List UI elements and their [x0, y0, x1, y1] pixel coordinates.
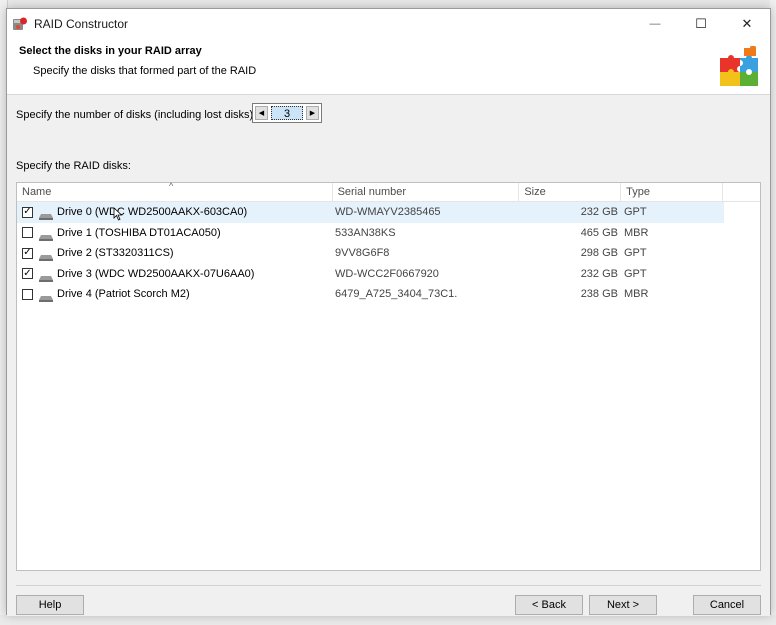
drive-name: Drive 3 (WDC WD2500AAKX-07U6AA0) [57, 267, 255, 280]
disk-count-label: Specify the number of disks (including l… [16, 109, 257, 121]
wizard-body: Specify the number of disks (including l… [7, 95, 770, 616]
drive-serial: WD-WCC2F0667920 [335, 267, 439, 280]
sort-ascending-icon: ^ [169, 181, 174, 191]
raid-disk-list[interactable]: Name ^ Serial number Size Type ✓ Drive 0… [16, 181, 761, 571]
decrement-button[interactable]: ◀ [255, 106, 268, 120]
drive-serial: WD-WMAYV2385465 [335, 206, 441, 219]
drive-icon [39, 229, 53, 241]
footer-divider [16, 585, 761, 586]
drive-name: Drive 1 (TOSHIBA DT01ACA050) [57, 226, 221, 239]
app-icon [12, 16, 28, 32]
row-checkbox[interactable]: ✓ [22, 247, 33, 259]
page-title: Select the disks in your RAID array [19, 45, 202, 57]
drive-name: Drive 2 (ST3320311CS) [57, 247, 174, 260]
column-header-name[interactable]: Name ^ [17, 181, 333, 202]
window-title: RAID Constructor [34, 17, 129, 31]
drive-size: 232 GB [580, 267, 618, 280]
row-checkbox[interactable]: ✓ [22, 268, 33, 280]
maximize-icon: ☐ [695, 16, 707, 31]
drive-type: GPT [624, 247, 647, 260]
title-bar[interactable]: RAID Constructor — ☐ ✕ [7, 9, 770, 39]
raid-disks-label: Specify the RAID disks: [16, 160, 131, 172]
drive-icon [39, 249, 53, 262]
maximize-button[interactable]: ☐ [678, 9, 724, 39]
help-button[interactable]: Help [16, 595, 84, 615]
drive-icon [39, 270, 53, 282]
column-header-filler [723, 183, 760, 202]
list-header: Name ^ Serial number Size Type [17, 181, 760, 202]
drive-type: GPT [624, 206, 647, 219]
drive-serial: 533AN38KS [335, 226, 396, 239]
table-row[interactable]: Drive 1 (TOSHIBA DT01ACA050) 533AN38KS 4… [17, 223, 724, 244]
disk-count-stepper[interactable]: ◀ 3 ▶ [252, 103, 322, 123]
puzzle-icon [718, 45, 760, 88]
background-window-edge-bottom [0, 615, 776, 625]
disk-count-value[interactable]: 3 [271, 106, 303, 120]
row-checkbox[interactable]: ✓ [22, 206, 33, 218]
mouse-cursor-icon [113, 207, 123, 221]
back-button[interactable]: < Back [515, 595, 583, 615]
next-button[interactable]: Next > [589, 595, 657, 615]
drive-name: Drive 0 (WDC WD2500AAKX-603CA0) [57, 206, 248, 219]
cancel-button[interactable]: Cancel [693, 595, 761, 615]
drive-type: GPT [624, 267, 647, 280]
row-checkbox[interactable] [22, 227, 33, 239]
drive-icon [39, 290, 53, 303]
column-header-size[interactable]: Size [519, 183, 622, 202]
table-row[interactable]: ✓ Drive 3 (WDC WD2500AAKX-07U6AA0) WD-WC… [17, 264, 724, 285]
increment-button[interactable]: ▶ [306, 106, 319, 120]
right-arrow-icon: ▶ [309, 110, 316, 117]
drive-type: MBR [624, 226, 649, 239]
drive-serial: 6479_A725_3404_73C1. [335, 288, 458, 301]
row-checkbox[interactable] [22, 288, 33, 300]
column-header-type[interactable]: Type [621, 183, 724, 202]
raid-constructor-dialog: RAID Constructor — ☐ ✕ Select the disks … [6, 8, 771, 616]
table-row[interactable]: ✓ Drive 0 (WDC WD2500AAKX-603CA0) WD-WMA… [17, 202, 724, 223]
drive-type: MBR [624, 288, 649, 301]
drive-size: 298 GB [580, 247, 618, 260]
drive-size: 238 GB [580, 288, 618, 301]
close-button[interactable]: ✕ [724, 9, 770, 39]
minimize-button[interactable]: — [632, 9, 678, 39]
drive-icon [39, 208, 53, 221]
drive-size: 232 GB [580, 206, 618, 219]
table-row[interactable]: ✓ Drive 2 (ST3320311CS) 9VV8G6F8 298 GB … [17, 243, 724, 264]
page-subtitle: Specify the disks that formed part of th… [33, 65, 257, 77]
close-icon: ✕ [741, 16, 753, 31]
drive-size: 465 GB [580, 226, 618, 239]
drive-serial: 9VV8G6F8 [335, 247, 390, 260]
column-header-serial[interactable]: Serial number [333, 183, 520, 202]
minimize-icon: — [649, 18, 661, 30]
wizard-header: Select the disks in your RAID array Spec… [7, 39, 770, 95]
drive-name: Drive 4 (Patriot Scorch M2) [57, 288, 190, 301]
table-row[interactable]: Drive 4 (Patriot Scorch M2) 6479_A725_34… [17, 284, 724, 305]
list-rows: ✓ Drive 0 (WDC WD2500AAKX-603CA0) WD-WMA… [17, 202, 760, 305]
left-arrow-icon: ◀ [258, 110, 265, 117]
